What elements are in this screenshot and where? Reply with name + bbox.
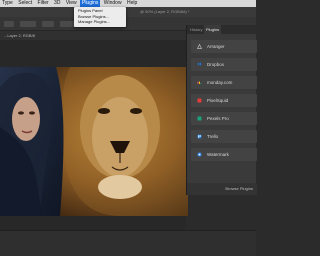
- menu-view[interactable]: View: [64, 0, 79, 7]
- plugin-item-pexels[interactable]: Pexels Pro: [191, 112, 257, 125]
- pexels-icon: [197, 116, 202, 121]
- plugin-label: Dropbox: [207, 62, 225, 67]
- bottom-bar: [0, 230, 256, 256]
- plugin-label: Arranger: [207, 44, 225, 49]
- option-control-2[interactable]: [42, 21, 54, 27]
- plugin-item-watermark[interactable]: Watermark: [191, 148, 257, 161]
- monday-icon: [197, 81, 202, 84]
- plugins-menu-dropdown: Plugins Panel Browse Plugins... Manage P…: [74, 7, 126, 27]
- triangle-icon: [197, 44, 202, 49]
- menu-item-manage-plugins[interactable]: Manage Plugins...: [74, 19, 126, 25]
- menu-3d[interactable]: 3D: [52, 0, 62, 7]
- plugin-item-pixelsquid[interactable]: PixelSquid: [191, 94, 257, 107]
- plugin-item-trello[interactable]: Trello: [191, 130, 257, 143]
- browse-plugins-link[interactable]: Browse Plugins: [187, 183, 257, 195]
- tab-history[interactable]: History: [190, 25, 202, 34]
- menu-bar: Type Select Filter 3D View Plugins Windo…: [0, 0, 256, 7]
- plugin-item-arranger[interactable]: Arranger: [191, 40, 257, 53]
- dropbox-icon: [197, 62, 202, 66]
- trello-icon: [197, 134, 202, 139]
- document-tab[interactable]: ...Layer 2, RGB/8: [4, 33, 35, 38]
- pixelsquid-icon: [197, 98, 202, 103]
- plugin-item-monday[interactable]: monday.com: [191, 76, 257, 89]
- tab-plugins[interactable]: Plugins: [204, 25, 222, 34]
- menu-window[interactable]: Window: [102, 0, 124, 7]
- menu-select[interactable]: Select: [16, 0, 34, 7]
- document-title-bar: @ 50% (Layer 2, RGB/8#) *: [0, 7, 256, 17]
- lion-and-woman-photo: [0, 67, 188, 216]
- plugin-label: Pexels Pro: [207, 116, 229, 121]
- panel-tab-bar: History Plugins: [187, 25, 257, 34]
- menu-help[interactable]: Help: [125, 0, 139, 7]
- menu-filter[interactable]: Filter: [36, 0, 51, 7]
- document-image: [0, 67, 188, 216]
- plugin-label: Trello: [207, 134, 219, 139]
- plugin-label: PixelSquid: [207, 98, 229, 103]
- document-tab-bar: ...Layer 2, RGB/8: [0, 31, 186, 40]
- option-control-1[interactable]: [20, 21, 36, 27]
- tool-preset-picker[interactable]: [4, 21, 14, 27]
- menu-type[interactable]: Type: [0, 0, 15, 7]
- plugins-panel: History Plugins Arranger Dropbox monday.…: [186, 25, 257, 195]
- plugin-label: monday.com: [207, 80, 233, 85]
- menu-plugins[interactable]: Plugins: [79, 0, 101, 7]
- plugin-item-dropbox[interactable]: Dropbox: [191, 58, 257, 71]
- document-title: @ 50% (Layer 2, RGB/8#) *: [140, 9, 190, 14]
- watermark-icon: [197, 152, 202, 157]
- plugin-label: Watermark: [207, 152, 229, 157]
